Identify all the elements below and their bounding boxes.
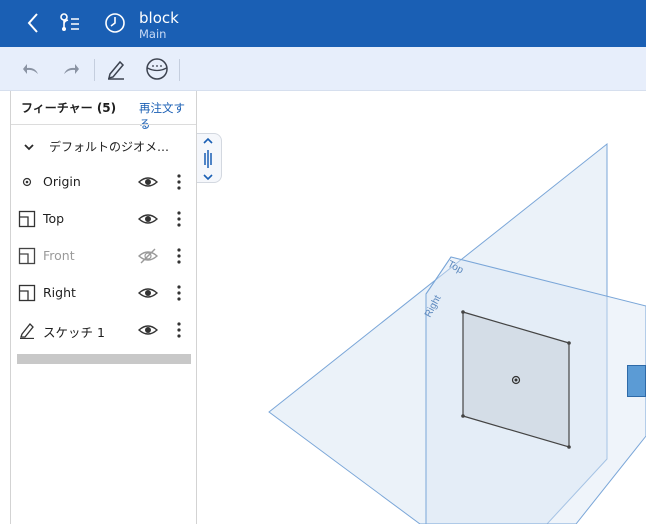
top-bar: block Main (0, 0, 646, 47)
feature-row-origin[interactable]: Origin (11, 164, 196, 200)
visibility-eye-icon[interactable] (137, 285, 159, 301)
sketch-icon (17, 320, 37, 340)
toolbar-separator (94, 59, 95, 81)
feature-panel: フィーチャー (5) 再注文する デフォルトのジオメ… Origin Top F… (10, 91, 197, 524)
feature-label: Right (43, 285, 76, 300)
panel-scrollbar[interactable] (17, 354, 191, 364)
feature-list-title: フィーチャー (5) (21, 101, 117, 115)
group-label: デフォルトのジオメ… (49, 140, 170, 154)
feature-label: Front (43, 248, 75, 263)
visibility-eye-icon[interactable] (137, 174, 159, 190)
visibility-eye-icon[interactable] (137, 211, 159, 227)
plane-icon (17, 209, 37, 229)
feature-label: スケッチ 1 (43, 325, 105, 340)
view-cube-face[interactable] (627, 365, 646, 397)
panel-divider (11, 124, 196, 125)
origin-icon (17, 172, 37, 192)
feature-label: Top (43, 211, 65, 226)
feature-row-top[interactable]: Top (11, 201, 196, 237)
feature-label: Origin (43, 174, 81, 189)
more-options-icon[interactable] (173, 210, 185, 228)
visibility-eye-icon[interactable] (137, 322, 159, 338)
more-options-icon[interactable] (173, 173, 185, 191)
more-options-icon[interactable] (173, 321, 185, 339)
workspace-name: Main (139, 27, 167, 41)
back-icon[interactable] (20, 10, 46, 36)
sketch-tool-icon[interactable] (103, 56, 129, 82)
more-options-icon[interactable] (173, 247, 185, 265)
undo-icon[interactable] (18, 56, 44, 82)
feature-row-front[interactable]: Front (11, 238, 196, 274)
more-options-icon[interactable] (173, 284, 185, 302)
view-cube-icon[interactable] (144, 56, 170, 82)
history-clock-icon[interactable] (102, 10, 128, 36)
3d-viewport[interactable]: Top Right (197, 91, 646, 525)
toolbar (0, 47, 646, 91)
toolbar-separator (179, 59, 180, 81)
default-geometry-group[interactable]: デフォルトのジオメ… (11, 131, 196, 161)
version-graph-icon[interactable] (57, 10, 83, 36)
panel-resize-handle[interactable] (197, 133, 222, 183)
plane-icon (17, 283, 37, 303)
reorder-link[interactable]: 再注文する (139, 100, 196, 132)
feature-row-sketch-1[interactable]: スケッチ 1 (11, 312, 196, 348)
visibility-hidden-icon[interactable] (137, 248, 159, 264)
plane-icon (17, 246, 37, 266)
feature-row-right[interactable]: Right (11, 275, 196, 311)
document-title: block (139, 9, 179, 27)
redo-icon[interactable] (58, 56, 84, 82)
chevron-down-icon[interactable] (23, 138, 35, 157)
